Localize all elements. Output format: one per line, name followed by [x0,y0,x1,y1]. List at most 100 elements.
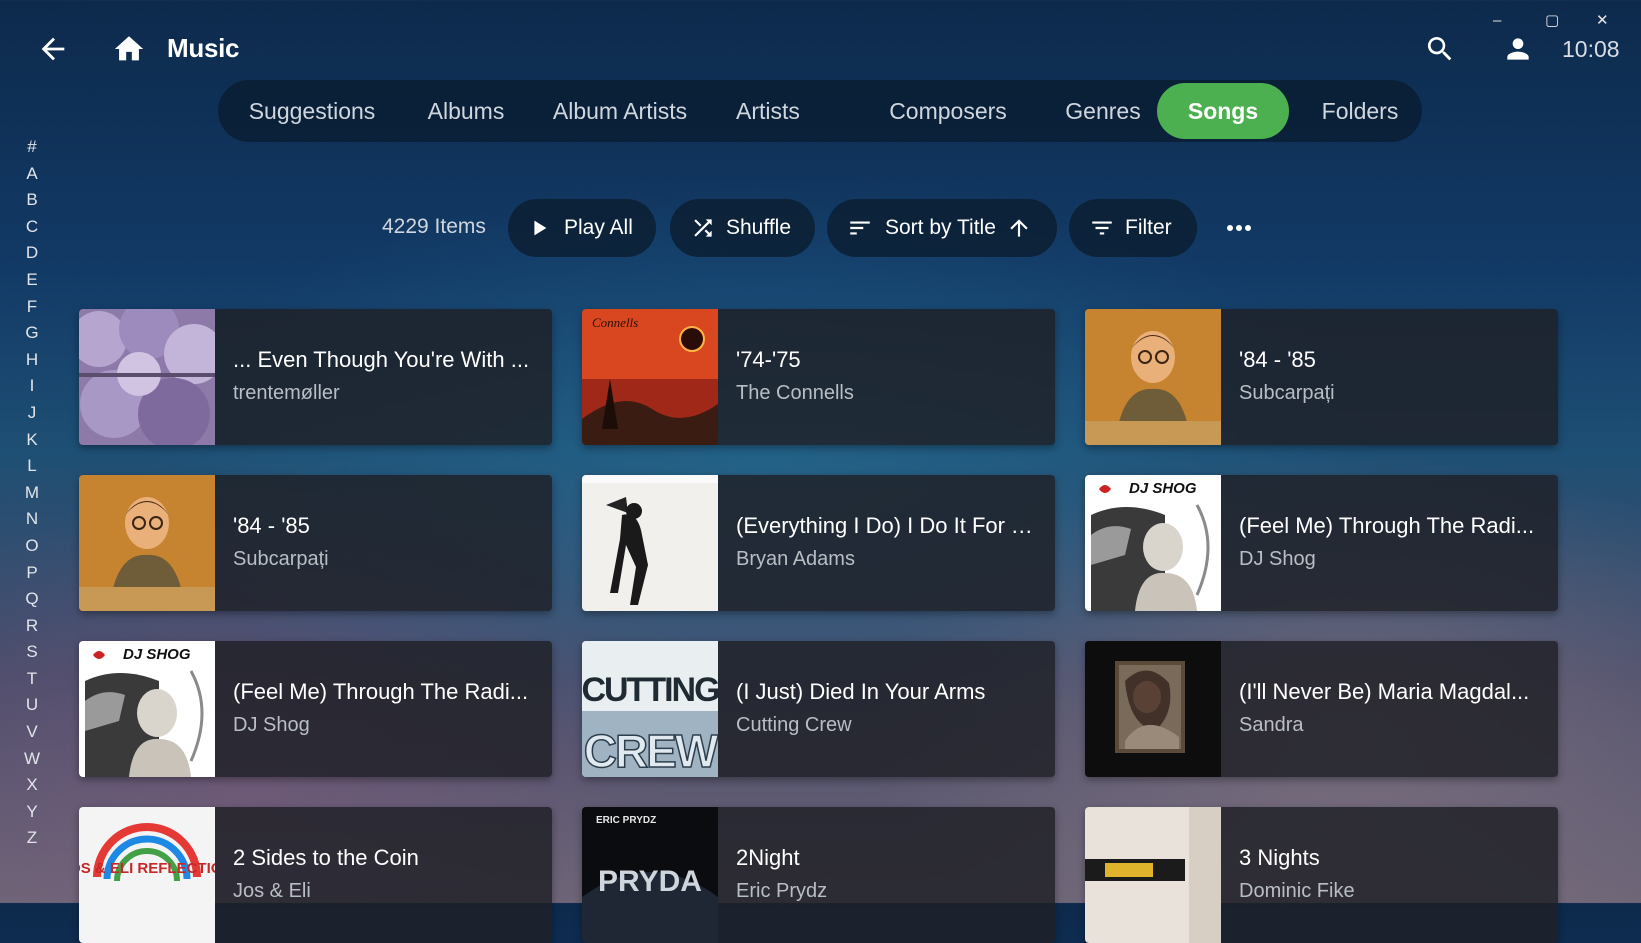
song-title: (I Just) Died In Your Arms [736,679,986,704]
dj-shog-art: DJ SHOG [1085,475,1221,611]
search-button[interactable] [1424,33,1456,65]
song-artist: Sandra [1239,714,1304,736]
tab-albums[interactable]: Albums [410,83,522,139]
filter-button[interactable]: Filter [1069,199,1197,257]
alphabet-index-letter[interactable]: R [20,613,44,640]
alphabet-index-letter[interactable]: M [20,480,44,507]
song-card[interactable]: PRYDA ERIC PRYDZ 2Night Eric Prydz [582,807,1055,943]
tab-songs[interactable]: Songs [1157,83,1289,139]
alphabet-index-letter[interactable]: S [20,639,44,666]
alphabet-index-letter[interactable]: X [20,772,44,799]
song-artist: DJ Shog [1239,548,1316,570]
alphabet-index-letter[interactable]: Q [20,586,44,613]
song-artist: Eric Prydz [736,880,828,902]
song-card[interactable]: Connells '74-'75 The Connells [582,309,1055,445]
alphabet-index-letter[interactable]: L [20,453,44,480]
alphabet-index: # A B C D E F G H I J K L M N O P Q R S T U V W X Y Z [20,134,44,852]
song-title: '84 - '85 [1239,347,1316,372]
sort-button[interactable]: Sort by Title [827,199,1057,257]
tab-artists[interactable]: Artists [718,83,818,139]
song-title: (I'll Never Be) Maria Magdal... [1239,679,1530,704]
tab-composers[interactable]: Composers [872,83,1024,139]
alphabet-index-letter[interactable]: Z [20,825,44,852]
more-options-button[interactable] [1222,214,1256,242]
alphabet-index-letter[interactable]: P [20,560,44,587]
song-title: (Everything I Do) I Do It For Y... [736,513,1036,538]
album-art-text: DJ SHOG [123,646,191,663]
alphabet-index-letter[interactable]: F [20,294,44,321]
song-artist: The Connells [736,382,854,404]
song-card[interactable]: DJ SHOG (Feel Me) Through The Radi... DJ… [79,641,552,777]
alphabet-index-letter[interactable]: N [20,506,44,533]
home-button[interactable] [112,32,146,66]
album-art-text: Connells [592,315,638,330]
item-count: 4229 Items [382,215,486,238]
alphabet-index-letter[interactable]: D [20,240,44,267]
shuffle-button[interactable]: Shuffle [670,199,815,257]
home-icon [114,36,144,61]
child-portrait-art [1085,309,1221,445]
dominic-fike-art [1085,807,1221,943]
alphabet-index-letter[interactable]: U [20,692,44,719]
song-card[interactable]: '84 - '85 Subcarpați [1085,309,1558,445]
song-title: (Feel Me) Through The Radi... [233,679,529,704]
song-artist: Bryan Adams [736,548,855,570]
alphabet-index-letter[interactable]: E [20,267,44,294]
song-card[interactable]: (I'll Never Be) Maria Magdal... Sandra [1085,641,1558,777]
tab-suggestions[interactable]: Suggestions [230,83,394,139]
arrow-up-icon [1010,219,1028,237]
song-card[interactable]: CUTTING CREW (I Just) Died In Your Arms … [582,641,1055,777]
alphabet-index-letter[interactable]: O [20,533,44,560]
alphabet-index-letter[interactable]: B [20,187,44,214]
song-title: 2Night [736,845,800,870]
tab-folders[interactable]: Folders [1304,83,1416,139]
song-card[interactable]: DJ SHOG (Feel Me) Through The Radi... DJ… [1085,475,1558,611]
song-artist: trentemøller [233,382,340,404]
alphabet-index-letter[interactable]: V [20,719,44,746]
alphabet-index-letter[interactable]: Y [20,799,44,826]
song-title: 3 Nights [1239,845,1320,870]
song-title: ... Even Though You're With ... [233,347,530,372]
bryan-adams-art [582,475,718,611]
close-window-button[interactable]: ✕ [1596,12,1609,30]
album-art-text: PRYDA [598,865,702,898]
song-artist: Subcarpați [233,548,329,570]
user-button[interactable] [1502,33,1534,65]
alphabet-index-letter[interactable]: G [20,320,44,347]
alphabet-index-letter[interactable]: A [20,161,44,188]
song-card[interactable]: '84 - '85 Subcarpați [79,475,552,611]
back-arrow-icon [41,37,65,61]
child-portrait-art [79,475,215,611]
song-card[interactable]: JOS & ELI REFLECTION 2 Sides to the Coin… [79,807,552,943]
alphabet-index-letter[interactable]: W [20,746,44,773]
play-all-button[interactable]: Play All [508,199,656,257]
song-artist: Dominic Fike [1239,880,1355,902]
pryda-art: PRYDA ERIC PRYDZ [582,807,718,943]
alphabet-index-letter[interactable]: C [20,214,44,241]
user-icon [1507,38,1529,60]
tab-bar: Suggestions Albums Album Artists Artists… [218,80,1422,142]
song-title: '84 - '85 [233,513,310,538]
alphabet-index-letter[interactable]: I [20,373,44,400]
tab-album-artists[interactable]: Album Artists [540,83,700,139]
album-art-text: ERIC PRYDZ [596,815,656,826]
song-artist: DJ Shog [233,714,310,736]
song-card[interactable]: 3 Nights Dominic Fike [1085,807,1558,943]
tab-genres[interactable]: Genres [1050,83,1156,139]
song-artist: Subcarpați [1239,382,1335,404]
alphabet-index-letter[interactable]: # [20,134,44,161]
song-card[interactable]: (Everything I Do) I Do It For Y... Bryan… [582,475,1055,611]
album-art-text: CREW [584,725,718,777]
maximize-button[interactable]: ▢ [1545,12,1559,30]
alphabet-index-letter[interactable]: H [20,347,44,374]
back-button[interactable] [36,32,70,66]
song-card[interactable]: ... Even Though You're With ... trentemø… [79,309,552,445]
alphabet-index-letter[interactable]: T [20,666,44,693]
minimize-button[interactable]: – [1493,12,1501,30]
shuffle-label: Shuffle [726,216,791,239]
alphabet-index-letter[interactable]: J [20,400,44,427]
album-art-text: CUTTING [582,671,718,709]
alphabet-index-letter[interactable]: K [20,427,44,454]
cutting-crew-art: CUTTING CREW [582,641,718,777]
more-horizontal-icon [1227,225,1251,231]
